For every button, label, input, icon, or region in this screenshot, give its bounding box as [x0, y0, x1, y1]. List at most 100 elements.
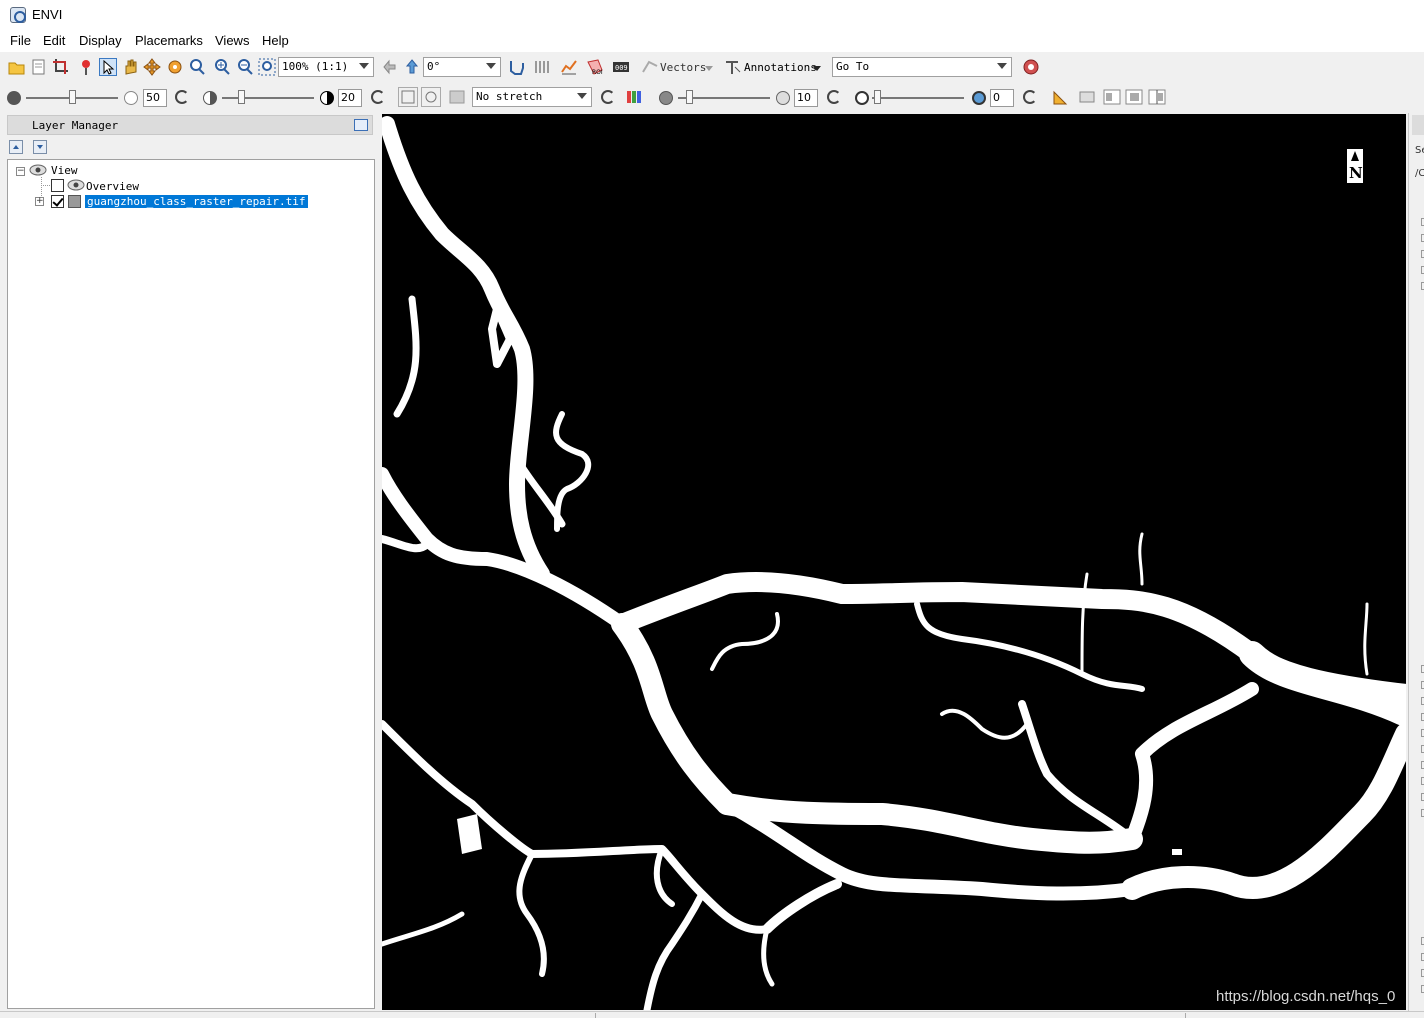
- menu-help[interactable]: Help: [262, 33, 289, 48]
- brightness-value[interactable]: 50: [143, 89, 167, 107]
- stretch-data-icon[interactable]: [421, 87, 441, 107]
- cursor-value-icon[interactable]: [508, 58, 526, 76]
- tree-overview-label[interactable]: Overview: [86, 180, 139, 193]
- zoom-out-icon[interactable]: [236, 58, 254, 76]
- pixel-locator-icon[interactable]: 009: [612, 58, 630, 76]
- tree-layer-label[interactable]: guangzhou_class_raster_repair.tif: [85, 195, 308, 208]
- tree-view-label[interactable]: View: [51, 164, 78, 177]
- swipe-icon[interactable]: [1148, 88, 1166, 106]
- annotations-icon[interactable]: [724, 58, 742, 76]
- zoom-select[interactable]: 100% (1:1): [278, 57, 374, 77]
- fly-icon[interactable]: [143, 58, 161, 76]
- north-arrow: N: [1347, 149, 1363, 183]
- right-panel-label-1: Se: [1415, 145, 1424, 156]
- layer-manager-panel: Layer Manager − View Overview + guangzho…: [5, 113, 376, 1011]
- brightness-low-icon: [7, 91, 21, 105]
- chevron-down-icon[interactable]: [813, 66, 821, 71]
- flicker-icon[interactable]: [1125, 88, 1143, 106]
- menu-bar: File Edit Display Placemarks Views Help: [0, 30, 1424, 52]
- image-view[interactable]: N: [382, 114, 1406, 1010]
- open-folder-icon[interactable]: [8, 58, 26, 76]
- layer-tree: − View Overview + guangzhou_class_raster…: [7, 159, 375, 1009]
- svg-text:ROI: ROI: [592, 69, 603, 76]
- collapse-view-toggle[interactable]: −: [16, 167, 25, 176]
- transparency-slider-thumb[interactable]: [874, 90, 881, 104]
- profile-icon[interactable]: [560, 58, 578, 76]
- rotate-north-up-icon[interactable]: [403, 58, 421, 76]
- zoom-select-value: 100% (1:1): [282, 60, 349, 73]
- brightness-slider-thumb[interactable]: [69, 90, 76, 104]
- move-layer-down-button[interactable]: [33, 140, 47, 154]
- portal-icon[interactable]: [533, 58, 551, 76]
- view-eye-icon: [29, 163, 47, 177]
- contrast-slider-thumb[interactable]: [238, 90, 245, 104]
- go-to-location-icon[interactable]: [1022, 58, 1040, 76]
- annotations-label[interactable]: Annotations: [744, 61, 817, 74]
- envi-app-icon: [10, 7, 26, 23]
- sharpen-low-icon: [659, 91, 673, 105]
- chip-view-icon[interactable]: [1078, 88, 1096, 106]
- transparency-value[interactable]: 0: [990, 89, 1014, 107]
- roi-tool-icon[interactable]: ROI: [586, 58, 604, 76]
- menu-placemarks[interactable]: Placemarks: [135, 33, 203, 48]
- data-manager-icon[interactable]: [30, 58, 48, 76]
- crop-icon[interactable]: [52, 58, 70, 76]
- pan-hand-icon[interactable]: [121, 58, 139, 76]
- watermark-text: https://blog.csdn.net/hqs_0: [1216, 988, 1396, 1005]
- stretch-select-value: No stretch: [476, 90, 543, 103]
- select-cursor-icon[interactable]: [99, 58, 117, 76]
- vectors-label[interactable]: Vectors: [660, 61, 706, 74]
- menu-views[interactable]: Views: [215, 33, 249, 48]
- zoom-in-icon[interactable]: [213, 58, 231, 76]
- right-panel-label-2: /C: [1415, 168, 1424, 179]
- north-arrow-icon: [1351, 151, 1359, 161]
- layer-manager-header: Layer Manager: [7, 115, 373, 135]
- contrast-reset-icon[interactable]: [371, 90, 385, 104]
- placemark-pin-icon[interactable]: [77, 58, 95, 76]
- menu-display[interactable]: Display: [79, 33, 122, 48]
- color-table-icon[interactable]: [625, 88, 643, 106]
- contrast-slider[interactable]: [222, 97, 314, 99]
- status-segment: [595, 1013, 596, 1018]
- chevron-down-icon: [359, 63, 369, 69]
- move-layer-up-button[interactable]: [9, 140, 23, 154]
- raster-layer-icon: [68, 195, 81, 208]
- dock-pin-icon[interactable]: [354, 119, 368, 131]
- vectors-icon[interactable]: [641, 58, 659, 76]
- stretch-preset-icon[interactable]: [448, 88, 466, 106]
- rotate-left-icon[interactable]: [381, 58, 399, 76]
- chevron-down-icon: [486, 63, 496, 69]
- zoom-magnifier-icon[interactable]: [188, 58, 206, 76]
- sharpen-reset-icon[interactable]: [827, 90, 841, 104]
- sharpen-value[interactable]: 10: [794, 89, 818, 107]
- transparency-reset-icon[interactable]: [1023, 90, 1037, 104]
- sharpen-high-icon: [776, 91, 790, 105]
- classified-raster-image: [382, 116, 1406, 1010]
- status-bar: [0, 1011, 1424, 1018]
- zoom-full-extent-icon[interactable]: [258, 58, 276, 76]
- transparency-high-icon: [972, 91, 986, 105]
- layer-visibility-checkbox[interactable]: [51, 195, 64, 208]
- goto-field-text: Go To: [836, 60, 870, 73]
- stretch-reset-icon[interactable]: [601, 90, 615, 104]
- measure-icon[interactable]: [1052, 88, 1070, 106]
- right-side-panel: Se /C: [1408, 113, 1424, 1011]
- blend-icon[interactable]: [1103, 88, 1121, 106]
- goto-field[interactable]: Go To: [832, 57, 1012, 77]
- window-title: ENVI: [32, 7, 63, 22]
- menu-edit[interactable]: Edit: [43, 33, 65, 48]
- overview-checkbox[interactable]: [51, 179, 64, 192]
- main-toolbar: 100% (1:1) 0° ROI 009 Vectors Annotation…: [0, 52, 1424, 82]
- chevron-down-icon[interactable]: [705, 66, 713, 71]
- contrast-value[interactable]: 20: [338, 89, 362, 107]
- rotate-icon[interactable]: [166, 58, 184, 76]
- overview-eye-icon: [67, 178, 85, 192]
- sharpen-slider-thumb[interactable]: [686, 90, 693, 104]
- transparency-slider[interactable]: [872, 97, 964, 99]
- menu-file[interactable]: File: [10, 33, 31, 48]
- rotation-select[interactable]: 0°: [423, 57, 501, 77]
- stretch-select[interactable]: No stretch: [472, 87, 592, 107]
- expand-layer-toggle[interactable]: +: [35, 197, 44, 206]
- brightness-reset-icon[interactable]: [175, 90, 189, 104]
- stretch-icon[interactable]: [398, 87, 418, 107]
